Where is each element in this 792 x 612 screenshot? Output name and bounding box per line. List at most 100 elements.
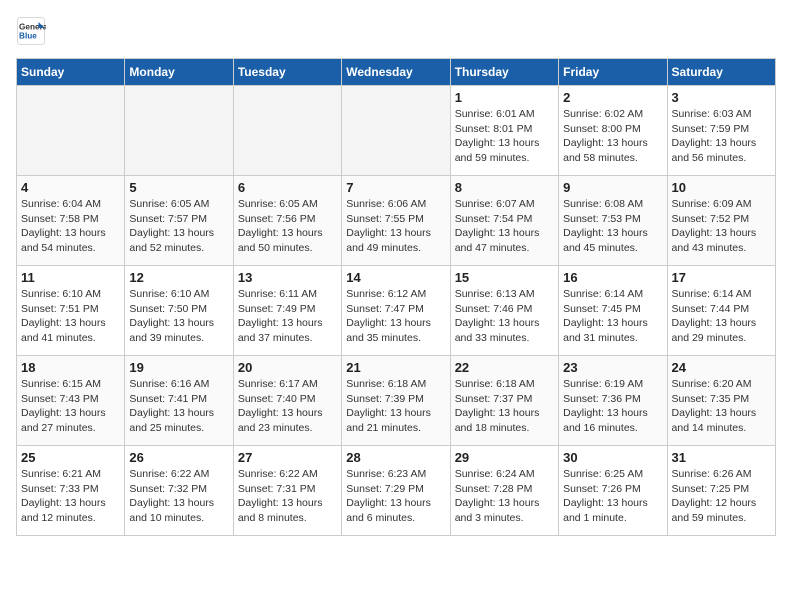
day-number: 18 [21,360,120,375]
day-number: 24 [672,360,771,375]
day-number: 28 [346,450,445,465]
calendar-cell: 6Sunrise: 6:05 AM Sunset: 7:56 PM Daylig… [233,176,341,266]
day-info: Sunrise: 6:02 AM Sunset: 8:00 PM Dayligh… [563,107,662,166]
calendar-cell: 31 Sunrise: 6:26 AM Sunset: 7:25 PM Dayli… [667,446,775,536]
calendar-table: SundayMondayTuesdayWednesdayThursdayFrid… [16,58,776,536]
day-info: Sunrise: 6:15 AM Sunset: 7:43 PM Dayligh… [21,377,120,436]
calendar-cell: 9 Sunrise: 6:08 AM Sunset: 7:53 PM Daylig… [559,176,667,266]
calendar-header-wednesday: Wednesday [342,59,450,86]
logo: General Blue [16,16,50,46]
svg-text:Blue: Blue [19,32,37,41]
calendar-week-row: 25 Sunrise: 6:21 AM Sunset: 7:33 PM Dayli… [17,446,776,536]
calendar-cell: 25 Sunrise: 6:21 AM Sunset: 7:33 PM Dayli… [17,446,125,536]
calendar-week-row: 4 Sunrise: 6:04 AM Sunset: 7:58 PM Daylig… [17,176,776,266]
day-info: Sunrise: 6:11 AM Sunset: 7:49 PM Dayligh… [238,287,337,346]
page-header: General Blue [16,16,776,46]
calendar-header-thursday: Thursday [450,59,558,86]
day-info: Sunrise: 6:18 AM Sunset: 7:37 PM Dayligh… [455,377,554,436]
day-number: 10 [672,180,771,195]
day-info: Sunrise: 6:03 AM Sunset: 7:59 PM Dayligh… [672,107,771,166]
day-info: Sunrise: 6:06 AM Sunset: 7:55 PM Dayligh… [346,197,445,256]
calendar-cell: 29 Sunrise: 6:24 AM Sunset: 7:28 PM Dayli… [450,446,558,536]
day-number: 30 [563,450,662,465]
day-info: Sunrise: 6:24 AM Sunset: 7:28 PM Dayligh… [455,467,554,526]
day-number: 29 [455,450,554,465]
day-info: Sunrise: 6:20 AM Sunset: 7:35 PM Dayligh… [672,377,771,436]
calendar-week-row: 18 Sunrise: 6:15 AM Sunset: 7:43 PM Dayli… [17,356,776,446]
day-number: 22 [455,360,554,375]
day-info: Sunrise: 6:10 AM Sunset: 7:50 PM Dayligh… [129,287,228,346]
day-info: Sunrise: 6:21 AM Sunset: 7:33 PM Dayligh… [21,467,120,526]
calendar-week-row: 11Sunrise: 6:10 AM Sunset: 7:51 PM Dayli… [17,266,776,356]
calendar-cell: 22 Sunrise: 6:18 AM Sunset: 7:37 PM Dayli… [450,356,558,446]
day-number: 9 [563,180,662,195]
calendar-cell: 17Sunrise: 6:14 AM Sunset: 7:44 PM Dayli… [667,266,775,356]
day-info: Sunrise: 6:08 AM Sunset: 7:53 PM Dayligh… [563,197,662,256]
day-number: 12 [129,270,228,285]
calendar-header-sunday: Sunday [17,59,125,86]
day-number: 3 [672,90,771,105]
calendar-cell [125,86,233,176]
day-info: Sunrise: 6:19 AM Sunset: 7:36 PM Dayligh… [563,377,662,436]
day-number: 31 [672,450,771,465]
day-number: 8 [455,180,554,195]
day-info: Sunrise: 6:16 AM Sunset: 7:41 PM Dayligh… [129,377,228,436]
calendar-cell: 12 Sunrise: 6:10 AM Sunset: 7:50 PM Dayli… [125,266,233,356]
calendar-cell: 16 Sunrise: 6:14 AM Sunset: 7:45 PM Dayli… [559,266,667,356]
calendar-cell: 15 Sunrise: 6:13 AM Sunset: 7:46 PM Dayli… [450,266,558,356]
calendar-cell: 4 Sunrise: 6:04 AM Sunset: 7:58 PM Daylig… [17,176,125,266]
calendar-cell: 1 Sunrise: 6:01 AM Sunset: 8:01 PM Daylig… [450,86,558,176]
day-number: 7 [346,180,445,195]
day-info: Sunrise: 6:13 AM Sunset: 7:46 PM Dayligh… [455,287,554,346]
calendar-header-monday: Monday [125,59,233,86]
day-number: 19 [129,360,228,375]
day-number: 14 [346,270,445,285]
day-info: Sunrise: 6:07 AM Sunset: 7:54 PM Dayligh… [455,197,554,256]
calendar-cell: 24 Sunrise: 6:20 AM Sunset: 7:35 PM Dayli… [667,356,775,446]
day-number: 20 [238,360,337,375]
calendar-week-row: 1 Sunrise: 6:01 AM Sunset: 8:01 PM Daylig… [17,86,776,176]
day-number: 4 [21,180,120,195]
calendar-cell: 8 Sunrise: 6:07 AM Sunset: 7:54 PM Daylig… [450,176,558,266]
calendar-header-tuesday: Tuesday [233,59,341,86]
calendar-cell: 2 Sunrise: 6:02 AM Sunset: 8:00 PM Daylig… [559,86,667,176]
calendar-cell: 26Sunrise: 6:22 AM Sunset: 7:32 PM Dayli… [125,446,233,536]
calendar-cell [233,86,341,176]
calendar-cell: 30 Sunrise: 6:25 AM Sunset: 7:26 PM Dayli… [559,446,667,536]
day-number: 13 [238,270,337,285]
calendar-header-friday: Friday [559,59,667,86]
day-number: 25 [21,450,120,465]
calendar-cell: 27 Sunrise: 6:22 AM Sunset: 7:31 PM Dayli… [233,446,341,536]
day-info: Sunrise: 6:26 AM Sunset: 7:25 PM Dayligh… [672,467,771,526]
calendar-cell: 5 Sunrise: 6:05 AM Sunset: 7:57 PM Daylig… [125,176,233,266]
day-info: Sunrise: 6:04 AM Sunset: 7:58 PM Dayligh… [21,197,120,256]
calendar-cell: 20 Sunrise: 6:17 AM Sunset: 7:40 PM Dayli… [233,356,341,446]
day-info: Sunrise: 6:14 AM Sunset: 7:45 PM Dayligh… [563,287,662,346]
day-number: 15 [455,270,554,285]
day-info: Sunrise: 6:17 AM Sunset: 7:40 PM Dayligh… [238,377,337,436]
day-info: Sunrise: 6:22 AM Sunset: 7:32 PM Dayligh… [129,467,228,526]
calendar-header-saturday: Saturday [667,59,775,86]
calendar-cell: 23Sunrise: 6:19 AM Sunset: 7:36 PM Dayli… [559,356,667,446]
day-info: Sunrise: 6:10 AM Sunset: 7:51 PM Dayligh… [21,287,120,346]
calendar-cell [342,86,450,176]
calendar-cell: 19 Sunrise: 6:16 AM Sunset: 7:41 PM Dayli… [125,356,233,446]
day-info: Sunrise: 6:22 AM Sunset: 7:31 PM Dayligh… [238,467,337,526]
day-info: Sunrise: 6:05 AM Sunset: 7:56 PM Dayligh… [238,197,337,256]
calendar-header-row: SundayMondayTuesdayWednesdayThursdayFrid… [17,59,776,86]
day-info: Sunrise: 6:18 AM Sunset: 7:39 PM Dayligh… [346,377,445,436]
day-info: Sunrise: 6:23 AM Sunset: 7:29 PM Dayligh… [346,467,445,526]
day-number: 2 [563,90,662,105]
day-info: Sunrise: 6:01 AM Sunset: 8:01 PM Dayligh… [455,107,554,166]
day-number: 16 [563,270,662,285]
day-info: Sunrise: 6:12 AM Sunset: 7:47 PM Dayligh… [346,287,445,346]
day-number: 1 [455,90,554,105]
day-number: 5 [129,180,228,195]
calendar-cell: 14 Sunrise: 6:12 AM Sunset: 7:47 PM Dayli… [342,266,450,356]
day-info: Sunrise: 6:25 AM Sunset: 7:26 PM Dayligh… [563,467,662,526]
day-number: 27 [238,450,337,465]
day-info: Sunrise: 6:14 AM Sunset: 7:44 PM Dayligh… [672,287,771,346]
logo-icon: General Blue [16,16,46,46]
day-info: Sunrise: 6:05 AM Sunset: 7:57 PM Dayligh… [129,197,228,256]
calendar-cell: 7 Sunrise: 6:06 AM Sunset: 7:55 PM Daylig… [342,176,450,266]
